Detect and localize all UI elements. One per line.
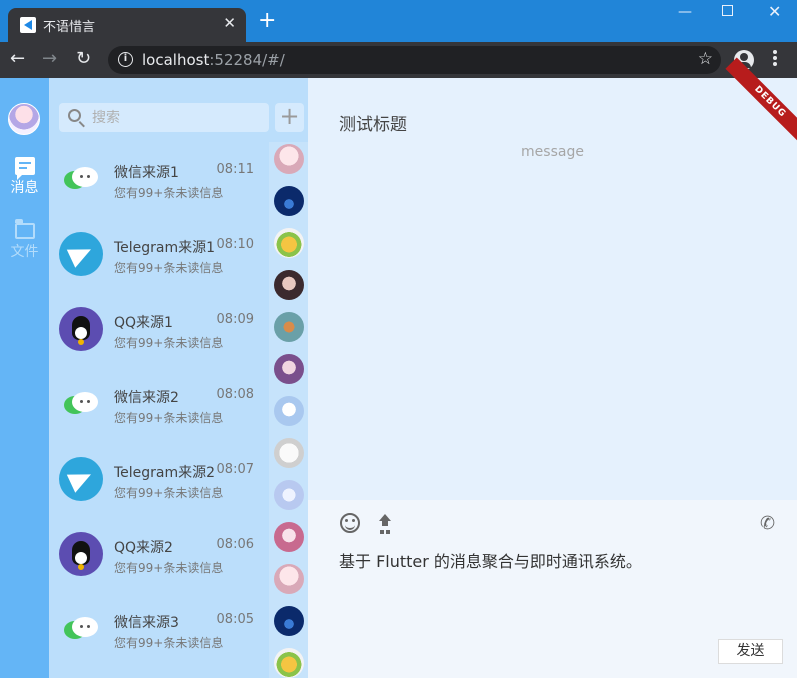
new-tab-button[interactable]: + bbox=[258, 10, 276, 32]
chat-time: 08:06 bbox=[216, 537, 254, 552]
rail-item-label: 文件 bbox=[10, 244, 39, 260]
qq-icon bbox=[59, 532, 103, 576]
browser-menu-icon[interactable] bbox=[773, 50, 777, 70]
telegram-icon bbox=[59, 457, 103, 501]
qq-icon bbox=[59, 307, 103, 351]
contact-avatar[interactable] bbox=[274, 228, 304, 258]
flutter-favicon-icon bbox=[20, 17, 36, 33]
forward-arrow-icon[interactable]: → bbox=[42, 49, 57, 69]
url-text[interactable]: localhost:52284/#/ bbox=[142, 51, 285, 69]
chat-time: 08:11 bbox=[216, 162, 254, 177]
minimize-icon[interactable]: — bbox=[678, 4, 692, 20]
chat-time: 08:07 bbox=[216, 462, 254, 477]
chat-list-item[interactable]: Telegram来源1 08:10 您有99+条未读信息 bbox=[49, 217, 269, 292]
contact-avatar-strip bbox=[269, 142, 308, 678]
address-bar[interactable]: i localhost:52284/#/ ☆ bbox=[108, 46, 721, 74]
chat-name: Telegram来源2 bbox=[114, 465, 216, 481]
wechat-icon bbox=[59, 157, 103, 201]
chat-icon bbox=[14, 157, 35, 180]
tab-title: 不语惜言 bbox=[43, 20, 96, 35]
rail-item-messages[interactable]: 消息 bbox=[0, 157, 49, 197]
chat-preview: 您有99+条未读信息 bbox=[114, 636, 224, 650]
browser-tab[interactable]: 不语惜言 ✕ bbox=[8, 8, 246, 42]
chat-preview: 您有99+条未读信息 bbox=[114, 336, 224, 350]
chat-list-item[interactable]: 微信来源1 08:11 您有99+条未读信息 bbox=[49, 142, 269, 217]
browser-titlebar: 不语惜言 ✕ + — ✕ bbox=[0, 0, 797, 42]
chat-list-item[interactable]: 微信来源3 08:05 您有99+条未读信息 bbox=[49, 592, 269, 667]
chat-list-item[interactable]: 微信来源2 08:08 您有99+条未读信息 bbox=[49, 367, 269, 442]
search-input[interactable] bbox=[92, 107, 262, 128]
emoji-icon[interactable] bbox=[340, 513, 360, 533]
app-root: 消息 文件 + 微信来源1 08:11 您有99+条未读信息 Telegram来… bbox=[0, 57, 797, 678]
reload-icon[interactable]: ↻ bbox=[76, 49, 91, 69]
contact-avatar[interactable] bbox=[274, 564, 304, 594]
search-box bbox=[59, 103, 269, 132]
chat-name: QQ来源1 bbox=[114, 315, 173, 331]
chat-preview: 您有99+条未读信息 bbox=[114, 186, 224, 200]
contact-avatar[interactable] bbox=[274, 396, 304, 426]
chat-name: 微信来源1 bbox=[114, 165, 179, 181]
chat-preview: 您有99+条未读信息 bbox=[114, 486, 224, 500]
wechat-icon bbox=[59, 607, 103, 651]
add-button[interactable]: + bbox=[275, 103, 304, 132]
chat-time: 08:08 bbox=[216, 387, 254, 402]
chat-name: 微信来源2 bbox=[114, 390, 179, 406]
browser-toolbar: ← → ↻ i localhost:52284/#/ ☆ bbox=[0, 42, 797, 78]
nav-rail: 消息 文件 bbox=[0, 78, 49, 678]
contact-avatar[interactable] bbox=[274, 648, 304, 678]
back-arrow-icon[interactable]: ← bbox=[10, 49, 25, 69]
contact-avatar[interactable] bbox=[274, 312, 304, 342]
message-input[interactable]: 基于 Flutter 的消息聚合与即时通讯系统。 bbox=[339, 548, 642, 572]
chat-list-panel: + 微信来源1 08:11 您有99+条未读信息 Telegram来源1 08:… bbox=[49, 78, 308, 678]
contact-avatar[interactable] bbox=[274, 522, 304, 552]
bookmark-star-icon[interactable]: ☆ bbox=[698, 49, 713, 69]
window-close-icon[interactable]: ✕ bbox=[768, 2, 781, 21]
chat-name: QQ来源2 bbox=[114, 540, 173, 556]
contact-avatar[interactable] bbox=[274, 144, 304, 174]
contact-avatar[interactable] bbox=[274, 606, 304, 636]
contact-avatar[interactable] bbox=[274, 186, 304, 216]
chat-list-item[interactable]: QQ来源2 08:06 您有99+条未读信息 bbox=[49, 517, 269, 592]
chat-preview: 您有99+条未读信息 bbox=[114, 261, 224, 275]
tab-close-icon[interactable]: ✕ bbox=[223, 14, 236, 32]
chat-preview: 您有99+条未读信息 bbox=[114, 561, 224, 575]
contact-avatar[interactable] bbox=[274, 480, 304, 510]
contact-avatar[interactable] bbox=[274, 354, 304, 384]
telegram-icon bbox=[59, 232, 103, 276]
conversation-panel: DEBUG 测试标题 message ✆ 基于 Flutter 的消息聚合与即时… bbox=[308, 57, 797, 678]
chat-preview: 您有99+条未读信息 bbox=[114, 411, 224, 425]
rail-item-label: 消息 bbox=[10, 180, 39, 196]
chat-name: Telegram来源1 bbox=[114, 240, 216, 256]
phone-icon[interactable]: ✆ bbox=[760, 513, 775, 534]
contact-avatar[interactable] bbox=[274, 270, 304, 300]
search-icon bbox=[68, 109, 81, 122]
chat-list-item[interactable]: Telegram来源2 08:07 您有99+条未读信息 bbox=[49, 442, 269, 517]
message-text: message bbox=[521, 144, 584, 160]
wechat-icon bbox=[59, 382, 103, 426]
send-button[interactable]: 发送 bbox=[718, 639, 783, 664]
conversation-title: 测试标题 bbox=[339, 115, 407, 135]
info-icon[interactable]: i bbox=[118, 52, 133, 67]
maximize-icon[interactable] bbox=[722, 5, 733, 16]
composer: ✆ 基于 Flutter 的消息聚合与即时通讯系统。 发送 bbox=[308, 500, 797, 678]
upload-icon[interactable] bbox=[376, 514, 394, 532]
chat-name: 微信来源3 bbox=[114, 615, 179, 631]
user-avatar[interactable] bbox=[8, 103, 40, 135]
chat-list-item[interactable]: QQ来源1 08:09 您有99+条未读信息 bbox=[49, 292, 269, 367]
rail-item-files[interactable]: 文件 bbox=[0, 219, 49, 261]
chat-time: 08:10 bbox=[216, 237, 254, 252]
contact-avatar[interactable] bbox=[274, 438, 304, 468]
chat-time: 08:05 bbox=[216, 612, 254, 627]
chat-time: 08:09 bbox=[216, 312, 254, 327]
folder-icon bbox=[14, 219, 35, 239]
